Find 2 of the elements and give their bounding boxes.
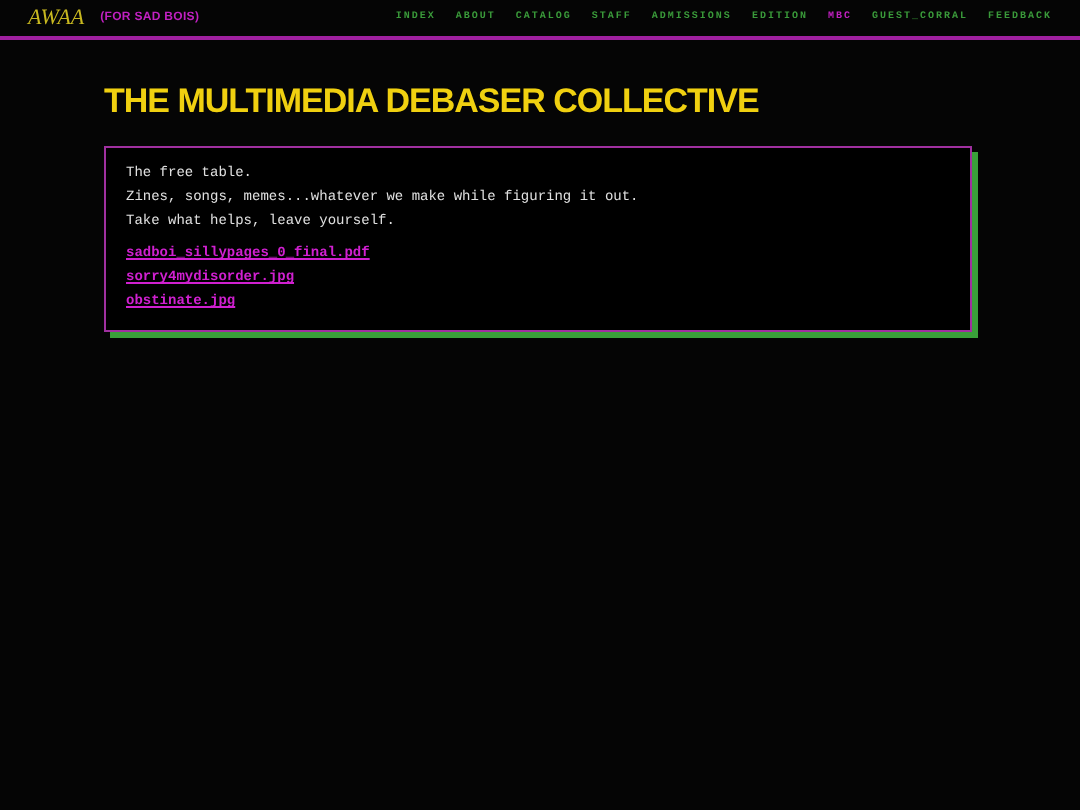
page-title: THE MULTIMEDIA DEBASER COLLECTIVE	[104, 84, 761, 118]
site-logo[interactable]: AWAA	[28, 1, 85, 35]
